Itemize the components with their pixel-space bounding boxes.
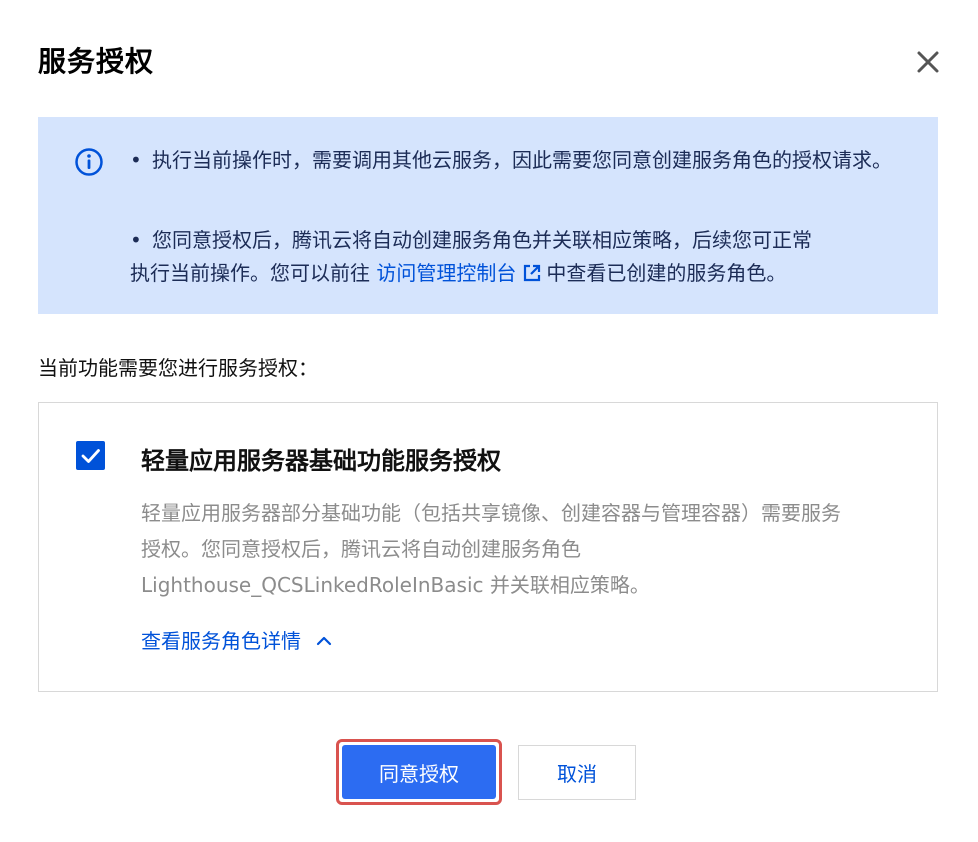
authorization-description: 轻量应用服务器部分基础功能（包括共享镜像、创建容器与管理容器）需要服务 授权。您…: [141, 495, 911, 603]
description-line: 授权。您同意授权后，腾讯云将自动创建服务角色: [141, 537, 581, 561]
bullet: •: [130, 228, 142, 252]
cancel-button[interactable]: 取消: [518, 745, 636, 800]
info-notice: • 执行当前操作时，需要调用其他云服务，因此需要您同意创建服务角色的授权请求。 …: [38, 117, 938, 314]
notice-item: • 您同意授权后，腾讯云将自动创建服务角色并关联相应策略，后续您可正常 执行当前…: [130, 224, 920, 290]
notice-text-before-link: 执行当前操作。您可以前往: [130, 261, 377, 285]
notice-item-text: 执行当前操作时，需要调用其他云服务，因此需要您同意创建服务角色的授权请求。: [152, 148, 892, 172]
notice-item-text: 您同意授权后，腾讯云将自动创建服务角色并关联相应策略，后续您可正常: [152, 228, 812, 252]
service-authorization-dialog: 服务授权 • 执行当前操作时，需要调用其他云服务，因此需要您同意创建服务角色的授…: [0, 0, 978, 842]
authorization-prompt: 当前功能需要您进行服务授权：: [38, 356, 318, 380]
description-line: 轻量应用服务器部分基础功能（包括共享镜像、创建容器与管理容器）需要服务: [141, 501, 841, 525]
authorization-checkbox[interactable]: [76, 441, 105, 470]
agree-button[interactable]: 同意授权: [342, 745, 496, 799]
description-line: Lighthouse_QCSLinkedRoleInBasic 并关联相应策略。: [141, 573, 650, 597]
bullet: •: [130, 148, 142, 172]
authorization-card: 轻量应用服务器基础功能服务授权 轻量应用服务器部分基础功能（包括共享镜像、创建容…: [38, 402, 938, 692]
view-role-details-label[interactable]: 查看服务角色详情: [141, 629, 301, 653]
notice-item-text-line2: 执行当前操作。您可以前往 访问管理控制台 中查看已创建的服务角色。: [130, 257, 920, 290]
cam-console-link[interactable]: 访问管理控制台: [376, 261, 516, 285]
info-icon: [74, 147, 104, 177]
notice-text-after-link: 中查看已创建的服务角色。: [546, 261, 787, 285]
external-link-icon[interactable]: [522, 263, 542, 283]
chevron-up-icon[interactable]: [315, 632, 333, 650]
dialog-title: 服务授权: [38, 45, 155, 78]
close-icon[interactable]: [910, 44, 946, 80]
view-role-details-link[interactable]: 查看服务角色详情: [141, 625, 333, 654]
notice-item: • 执行当前操作时，需要调用其他云服务，因此需要您同意创建服务角色的授权请求。: [130, 144, 920, 177]
authorization-title: 轻量应用服务器基础功能服务授权: [141, 447, 501, 475]
